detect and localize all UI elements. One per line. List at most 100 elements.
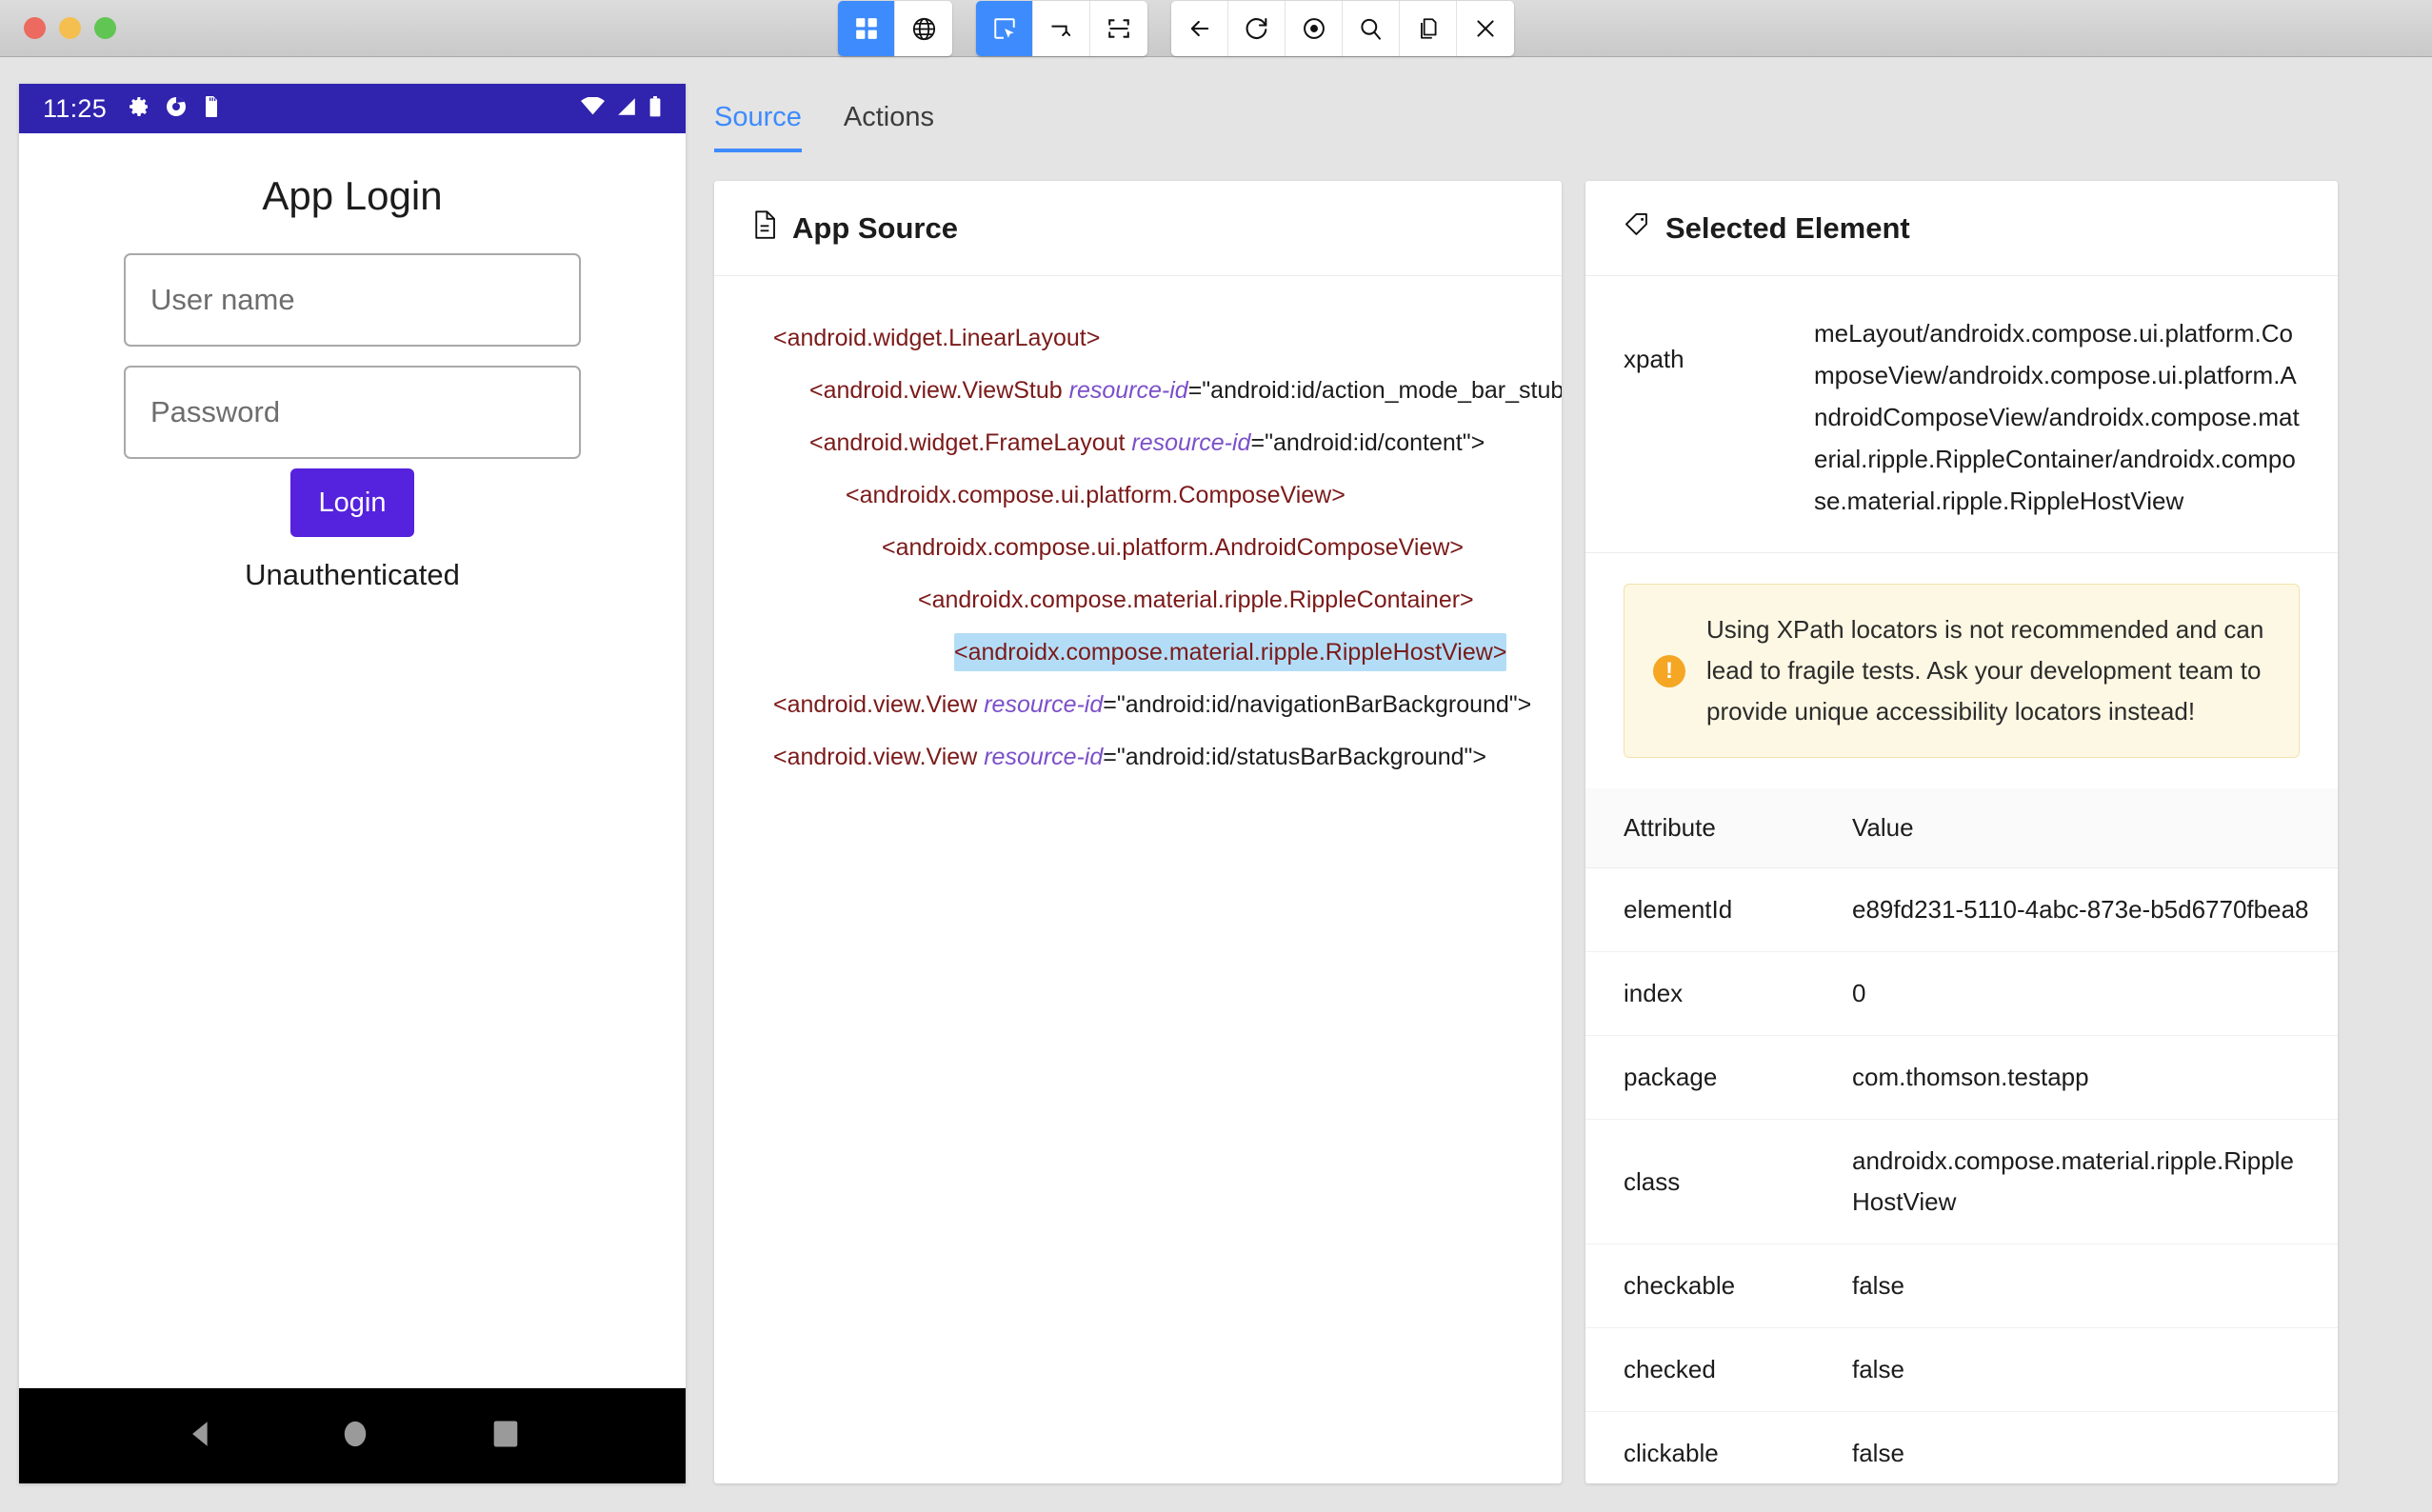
chrome-icon (165, 95, 188, 123)
tree-node-label: <android.widget.LinearLayout> (773, 325, 1101, 351)
inspector-tabs: Source Actions (714, 84, 934, 152)
warning-icon: ! (1653, 654, 1685, 687)
attributes-table-body: elementId e89fd231-5110-4abc-873e-b5d6770… (1585, 867, 2338, 1483)
source-tree-node[interactable]: <android.widget.FrameLayout resource-id=… (714, 417, 1562, 469)
copy-icon[interactable] (1400, 1, 1457, 56)
maximize-window-button[interactable] (94, 17, 116, 39)
tree-node-label: <android.view.View resource-id="android:… (773, 744, 1487, 770)
xpath-label: xpath (1624, 345, 1684, 373)
tag-icon (1624, 211, 1650, 246)
table-row: package com.thomson.testapp (1585, 1035, 2338, 1120)
table-row: class androidx.compose.material.ripple.Ri… (1585, 1119, 2338, 1244)
attribute-value-cell: com.thomson.testapp (1814, 1035, 2338, 1120)
close-x-icon[interactable] (1457, 1, 1514, 56)
selected-element-title: Selected Element (1665, 210, 1910, 245)
tree-node-attribute-value: ="android:id/content"> (1250, 429, 1485, 456)
username-input[interactable]: User name (124, 253, 581, 347)
tree-node-label: <androidx.compose.ui.platform.ComposeVie… (846, 482, 1346, 508)
attribute-name-cell: checkable (1585, 1243, 1814, 1328)
globe-icon[interactable] (895, 1, 952, 56)
source-tree[interactable]: <android.widget.LinearLayout> <android.vi… (714, 276, 1562, 784)
swipe-icon[interactable] (1033, 1, 1090, 56)
source-tree-node[interactable]: <androidx.compose.ui.platform.AndroidCom… (714, 522, 1562, 574)
column-header-value: Value (1814, 788, 2338, 868)
android-status-bar: 11:25 (19, 84, 686, 133)
attribute-name-cell: clickable (1585, 1411, 1814, 1483)
tree-node-attribute: resource-id (1131, 429, 1251, 456)
window-titlebar (0, 0, 2432, 57)
app-content: App Login User name Password Login Unaut… (19, 173, 686, 592)
app-source-title: App Source (792, 210, 958, 245)
device-screen-mirror[interactable]: 11:25 App Login User name Password Login… (19, 84, 686, 1483)
source-tree-node[interactable]: <android.widget.LinearLayout> (714, 312, 1562, 365)
eye-icon[interactable] (1286, 1, 1343, 56)
signal-icon (616, 97, 637, 121)
column-header-attribute: Attribute (1585, 788, 1814, 868)
status-bar-left-icons (128, 95, 221, 123)
recents-square-icon[interactable] (492, 1419, 519, 1454)
tree-node-attribute-value: ="android:id/navigationBarBackground"> (1103, 691, 1532, 718)
android-navigation-bar (19, 1388, 686, 1483)
source-tree-node-selected[interactable]: <androidx.compose.material.ripple.Ripple… (714, 627, 1562, 679)
attribute-value-cell: false (1814, 1327, 2338, 1412)
attribute-value-cell: e89fd231-5110-4abc-873e-b5d6770fbea8 (1814, 867, 2338, 952)
attribute-name-cell: class (1585, 1119, 1814, 1244)
toolbar (838, 0, 1514, 57)
password-input[interactable]: Password (124, 366, 581, 459)
tree-node-label: <androidx.compose.material.ripple.Ripple… (954, 633, 1507, 671)
minimize-window-button[interactable] (59, 17, 81, 39)
toolbar-group-actions (1171, 1, 1514, 56)
source-tree-node[interactable]: <android.view.ViewStub resource-id="andr… (714, 365, 1562, 417)
tree-node-label: <androidx.compose.ui.platform.AndroidCom… (882, 534, 1464, 561)
tab-source[interactable]: Source (714, 102, 802, 152)
tree-node-label: <android.view.ViewStub resource-id="andr… (809, 377, 1562, 404)
toolbar-group-view (838, 1, 952, 56)
close-window-button[interactable] (24, 17, 46, 39)
tree-node-label: <androidx.compose.material.ripple.Ripple… (918, 587, 1474, 613)
source-tree-node[interactable]: <android.view.View resource-id="android:… (714, 679, 1562, 731)
xpath-warning-text: Using XPath locators is not recommended … (1706, 615, 2264, 726)
auth-status-text: Unauthenticated (245, 558, 460, 591)
xpath-value: meLayout/androidx.compose.ui.platform.Co… (1814, 319, 2300, 515)
back-arrow-icon[interactable] (1171, 1, 1228, 56)
xpath-row: xpath meLayout/androidx.compose.ui.platf… (1585, 276, 2338, 553)
table-row: index 0 (1585, 951, 2338, 1036)
login-button[interactable]: Login (290, 468, 414, 537)
wifi-icon (581, 95, 605, 121)
tree-node-label: <android.widget.FrameLayout resource-id=… (809, 429, 1485, 456)
tab-actions[interactable]: Actions (844, 102, 934, 152)
gear-icon (128, 95, 150, 123)
tree-node-attribute: resource-id (984, 744, 1104, 770)
attribute-value-cell: androidx.compose.material.ripple.RippleH… (1814, 1119, 2338, 1244)
battery-icon (648, 95, 662, 122)
attribute-name-cell: checked (1585, 1327, 1814, 1412)
table-row: clickable false (1585, 1411, 2338, 1483)
status-bar-clock: 11:25 (43, 93, 108, 123)
source-tree-node[interactable]: <androidx.compose.ui.platform.ComposeVie… (714, 469, 1562, 522)
select-element-icon[interactable] (976, 1, 1033, 56)
table-row: checked false (1585, 1327, 2338, 1412)
document-icon (752, 209, 777, 247)
sd-card-icon (202, 95, 221, 123)
app-source-panel: App Source <android.widget.LinearLayout>… (714, 181, 1562, 1483)
refresh-icon[interactable] (1228, 1, 1286, 56)
table-row: elementId e89fd231-5110-4abc-873e-b5d6770… (1585, 867, 2338, 952)
app-login-title: App Login (262, 173, 443, 218)
back-triangle-icon[interactable] (186, 1418, 218, 1455)
source-tree-node[interactable]: <android.view.View resource-id="android:… (714, 731, 1562, 784)
selected-element-header: Selected Element (1585, 181, 2338, 276)
attributes-table: Attribute Value elementId e89fd231-5110-4… (1585, 788, 2338, 1483)
attribute-name-cell: index (1585, 951, 1814, 1036)
table-header-row: Attribute Value (1585, 788, 2338, 868)
window-controls (24, 17, 116, 39)
attribute-name-cell: package (1585, 1035, 1814, 1120)
attribute-name-cell: elementId (1585, 867, 1814, 952)
source-tree-node[interactable]: <androidx.compose.material.ripple.Ripple… (714, 574, 1562, 627)
tree-node-attribute: resource-id (984, 691, 1104, 718)
tree-node-attribute: resource-id (1068, 377, 1188, 404)
home-circle-icon[interactable] (341, 1418, 369, 1455)
crop-icon[interactable] (1090, 1, 1147, 56)
tree-node-label: <android.view.View resource-id="android:… (773, 691, 1532, 718)
search-icon[interactable] (1343, 1, 1400, 56)
grid-view-icon[interactable] (838, 1, 895, 56)
